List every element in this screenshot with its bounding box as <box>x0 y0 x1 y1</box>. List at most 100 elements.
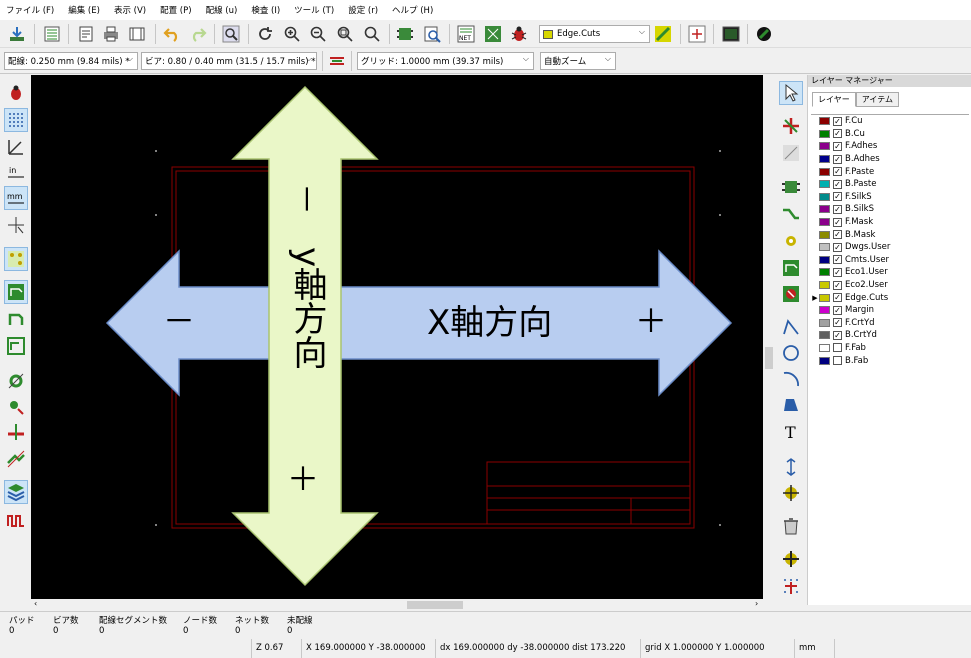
layer-row[interactable]: ▶ ✓ Edge.Cuts <box>811 291 969 304</box>
add-circle-icon[interactable] <box>779 341 803 365</box>
layer-color-swatch[interactable] <box>819 318 830 327</box>
layer-color-swatch[interactable] <box>819 281 830 290</box>
plot-icon[interactable] <box>75 23 97 45</box>
save-icon[interactable] <box>6 23 28 45</box>
tab-items[interactable]: アイテム <box>855 92 899 107</box>
page-settings-icon[interactable] <box>41 23 63 45</box>
layer-color-swatch[interactable] <box>819 129 830 138</box>
layer-visibility-checkbox[interactable]: ✓ <box>833 217 842 227</box>
drill-origin-icon[interactable] <box>779 547 803 571</box>
menu-route[interactable]: 配線 (u) <box>206 4 238 16</box>
layer-visibility-checkbox[interactable]: ✓ <box>833 293 842 303</box>
drc-icon[interactable] <box>508 23 530 45</box>
horizontal-scrollbar[interactable]: ‹ › <box>31 599 771 611</box>
route-track-icon[interactable] <box>779 202 803 226</box>
layer-visibility-checkbox[interactable]: ✓ <box>833 267 842 277</box>
pad-sketch-icon[interactable] <box>4 369 28 393</box>
drc-marker-icon[interactable] <box>4 81 28 105</box>
add-arc-icon[interactable] <box>779 367 803 391</box>
layer-row[interactable]: ✓ Dwgs.User <box>811 241 969 254</box>
local-ratsnest-icon[interactable] <box>779 141 803 165</box>
layer-color-swatch[interactable] <box>819 167 830 176</box>
refresh-icon[interactable] <box>254 23 276 45</box>
layer-visibility-checkbox[interactable]: ✓ <box>833 154 842 164</box>
layer-row[interactable]: ✓ Margin <box>811 304 969 317</box>
scripting-icon[interactable] <box>686 23 708 45</box>
units-mm-icon[interactable]: mm <box>4 186 28 210</box>
layer-color-swatch[interactable] <box>819 230 830 239</box>
horizontal-scroll-thumb[interactable] <box>407 601 463 609</box>
layer-row[interactable]: ✓ B.Adhes <box>811 153 969 166</box>
layer-row[interactable]: ✓ B.SilkS <box>811 203 969 216</box>
layer-visibility-checkbox[interactable]: ✓ <box>833 167 842 177</box>
delete-item-icon[interactable] <box>779 514 803 538</box>
menu-tools[interactable]: ツール (T) <box>294 4 334 16</box>
update-pcb-icon[interactable] <box>482 23 504 45</box>
find-icon[interactable] <box>220 23 242 45</box>
grid-origin-icon[interactable] <box>779 574 803 598</box>
menu-preferences[interactable]: 設定 (r) <box>348 4 378 16</box>
plot-file-icon[interactable] <box>126 23 148 45</box>
layer-row[interactable]: ✓ B.CrtYd <box>811 329 969 342</box>
zoom-select[interactable]: 自動ズーム ⌵ <box>540 52 616 70</box>
layer-row[interactable]: ✓ B.Mask <box>811 228 969 241</box>
layer-visibility-checkbox[interactable] <box>833 343 842 353</box>
tab-layers[interactable]: レイヤー <box>812 92 856 107</box>
grid-toggle-icon[interactable] <box>4 108 28 132</box>
select-arrow-icon[interactable] <box>779 81 803 105</box>
menu-view[interactable]: 表示 (V) <box>114 4 146 16</box>
layer-row[interactable]: F.Fab <box>811 342 969 355</box>
auto-track-width-icon[interactable] <box>326 50 348 72</box>
layer-row[interactable]: ✓ B.Paste <box>811 178 969 191</box>
zone-sketch-icon[interactable] <box>4 334 28 358</box>
layer-row[interactable]: ✓ Cmts.User <box>811 254 969 267</box>
zoom-selection-icon[interactable] <box>361 23 383 45</box>
undo-icon[interactable] <box>161 23 183 45</box>
layer-visibility-checkbox[interactable]: ✓ <box>833 192 842 202</box>
layer-visibility-checkbox[interactable]: ✓ <box>833 330 842 340</box>
vertical-scrollbar[interactable] <box>763 75 775 599</box>
layer-color-swatch[interactable] <box>819 268 830 277</box>
zoom-in-icon[interactable] <box>281 23 303 45</box>
polar-coords-icon[interactable] <box>4 135 28 159</box>
layer-visibility-checkbox[interactable]: ✓ <box>833 230 842 240</box>
layer-visibility-checkbox[interactable]: ✓ <box>833 204 842 214</box>
layer-visibility-checkbox[interactable]: ✓ <box>833 141 842 151</box>
via-size-select[interactable]: ビア: 0.80 / 0.40 mm (31.5 / 15.7 mils) * ⌵ <box>141 52 317 70</box>
add-zone-icon[interactable] <box>779 256 803 280</box>
menu-help[interactable]: ヘルプ (H) <box>392 4 433 16</box>
layer-visibility-checkbox[interactable]: ✓ <box>833 129 842 139</box>
add-footprint-icon[interactable] <box>779 175 803 199</box>
layer-color-swatch[interactable] <box>819 205 830 214</box>
print-icon[interactable] <box>100 23 122 45</box>
layer-color-swatch[interactable] <box>819 142 830 151</box>
track-sketch-icon[interactable] <box>4 420 28 444</box>
layer-row[interactable]: B.Fab <box>811 354 969 367</box>
add-line-icon[interactable] <box>779 315 803 339</box>
menu-place[interactable]: 配置 (P) <box>160 4 191 16</box>
layer-row[interactable]: ✓ Eco1.User <box>811 266 969 279</box>
full-crosshair-icon[interactable] <box>4 213 28 237</box>
menu-inspect[interactable]: 検査 (I) <box>251 4 280 16</box>
add-dimension-icon[interactable] <box>779 455 803 479</box>
layer-row[interactable]: ✓ F.CrtYd <box>811 317 969 330</box>
via-sketch-icon[interactable] <box>4 395 28 419</box>
ratsnest-icon[interactable] <box>4 247 28 271</box>
layer-color-swatch[interactable] <box>819 117 830 126</box>
add-via-icon[interactable] <box>779 229 803 253</box>
layer-color-swatch[interactable] <box>819 306 830 315</box>
layer-color-swatch[interactable] <box>819 293 830 302</box>
scroll-right-icon[interactable]: › <box>755 599 758 608</box>
units-inch-icon[interactable]: in <box>4 160 28 184</box>
menu-file[interactable]: ファイル (F) <box>6 4 54 16</box>
layer-visibility-checkbox[interactable]: ✓ <box>833 242 842 252</box>
layer-visibility-checkbox[interactable]: ✓ <box>833 305 842 315</box>
layer-row[interactable]: ✓ B.Cu <box>811 128 969 141</box>
layer-color-swatch[interactable] <box>819 192 830 201</box>
layer-color-swatch[interactable] <box>819 255 830 264</box>
layer-color-swatch[interactable] <box>819 331 830 340</box>
scroll-left-icon[interactable]: ‹ <box>34 599 37 608</box>
layer-visibility-checkbox[interactable]: ✓ <box>833 255 842 265</box>
add-keepout-icon[interactable] <box>779 282 803 306</box>
menu-edit[interactable]: 編集 (E) <box>68 4 100 16</box>
